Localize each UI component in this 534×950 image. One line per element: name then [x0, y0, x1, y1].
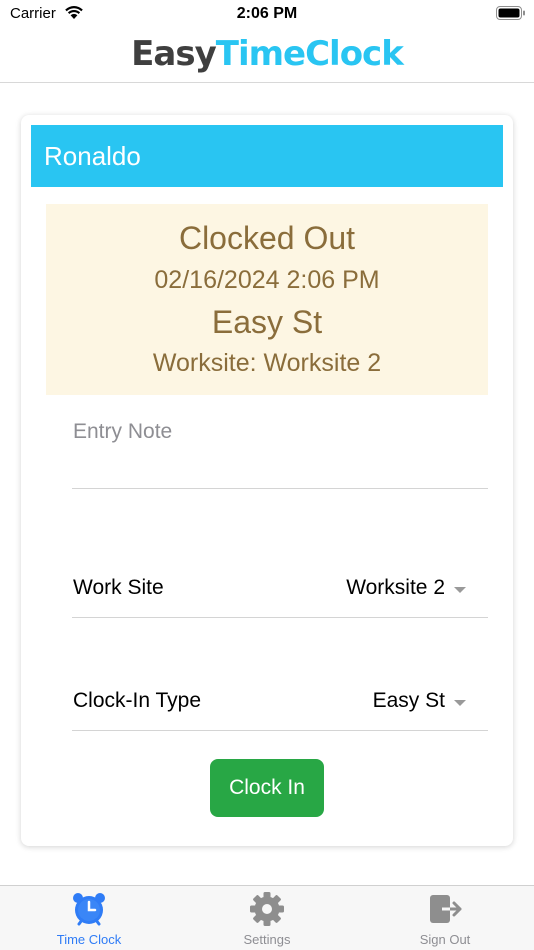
tab-bar: Time Clock Settings Sign Out — [0, 885, 534, 950]
clock-status-panel: Clocked Out 02/16/2024 2:06 PM Easy St W… — [46, 204, 488, 395]
alarm-clock-icon — [73, 893, 105, 926]
battery-icon — [496, 6, 525, 20]
logo-text-easy: Easy — [131, 34, 217, 74]
clock-status-datetime: 02/16/2024 2:06 PM — [154, 266, 380, 294]
caret-down-icon — [454, 700, 466, 706]
clock-in-type-value: Easy St — [372, 689, 445, 712]
logo-text-timeclock: TimeClock — [215, 34, 404, 74]
tab-settings[interactable]: Settings — [207, 886, 327, 950]
work-site-label: Work Site — [73, 576, 164, 599]
clock-status-title: Clocked Out — [178, 220, 356, 256]
time-clock-card: Ronaldo Clocked Out 02/16/2024 2:06 PM E… — [21, 115, 513, 846]
clock-status-worksite: Worksite: Worksite 2 — [152, 349, 382, 377]
tab-sign-out-label: Sign Out — [419, 932, 471, 947]
app-header: EasyTimeClock — [0, 30, 534, 83]
work-site-value: Worksite 2 — [346, 576, 445, 599]
app-logo: EasyTimeClock — [131, 30, 404, 78]
caret-down-icon — [454, 587, 466, 593]
employee-name: Ronaldo — [44, 141, 141, 171]
clock-status-place: Easy St — [211, 304, 323, 340]
employee-header: Ronaldo — [31, 125, 503, 187]
clock-in-type-label: Clock-In Type — [73, 689, 201, 712]
sign-out-icon — [430, 895, 462, 923]
tab-time-clock-label: Time Clock — [56, 932, 122, 947]
entry-note-placeholder: Entry Note — [73, 420, 173, 443]
tab-time-clock[interactable]: Time Clock — [29, 886, 149, 950]
status-bar: Carrier 2:06 PM — [0, 0, 534, 30]
gear-icon — [250, 892, 284, 926]
main-content: Ronaldo Clocked Out 02/16/2024 2:06 PM E… — [0, 83, 534, 885]
clock-in-type-select[interactable]: Clock-In Type Easy St — [72, 671, 488, 731]
clock-in-button[interactable]: Clock In — [210, 759, 324, 817]
tab-settings-label: Settings — [243, 932, 291, 947]
tab-sign-out[interactable]: Sign Out — [385, 886, 505, 950]
entry-note-field[interactable]: Entry Note — [72, 415, 488, 489]
status-time: 2:06 PM — [236, 5, 298, 22]
work-site-select[interactable]: Work Site Worksite 2 — [72, 558, 488, 618]
